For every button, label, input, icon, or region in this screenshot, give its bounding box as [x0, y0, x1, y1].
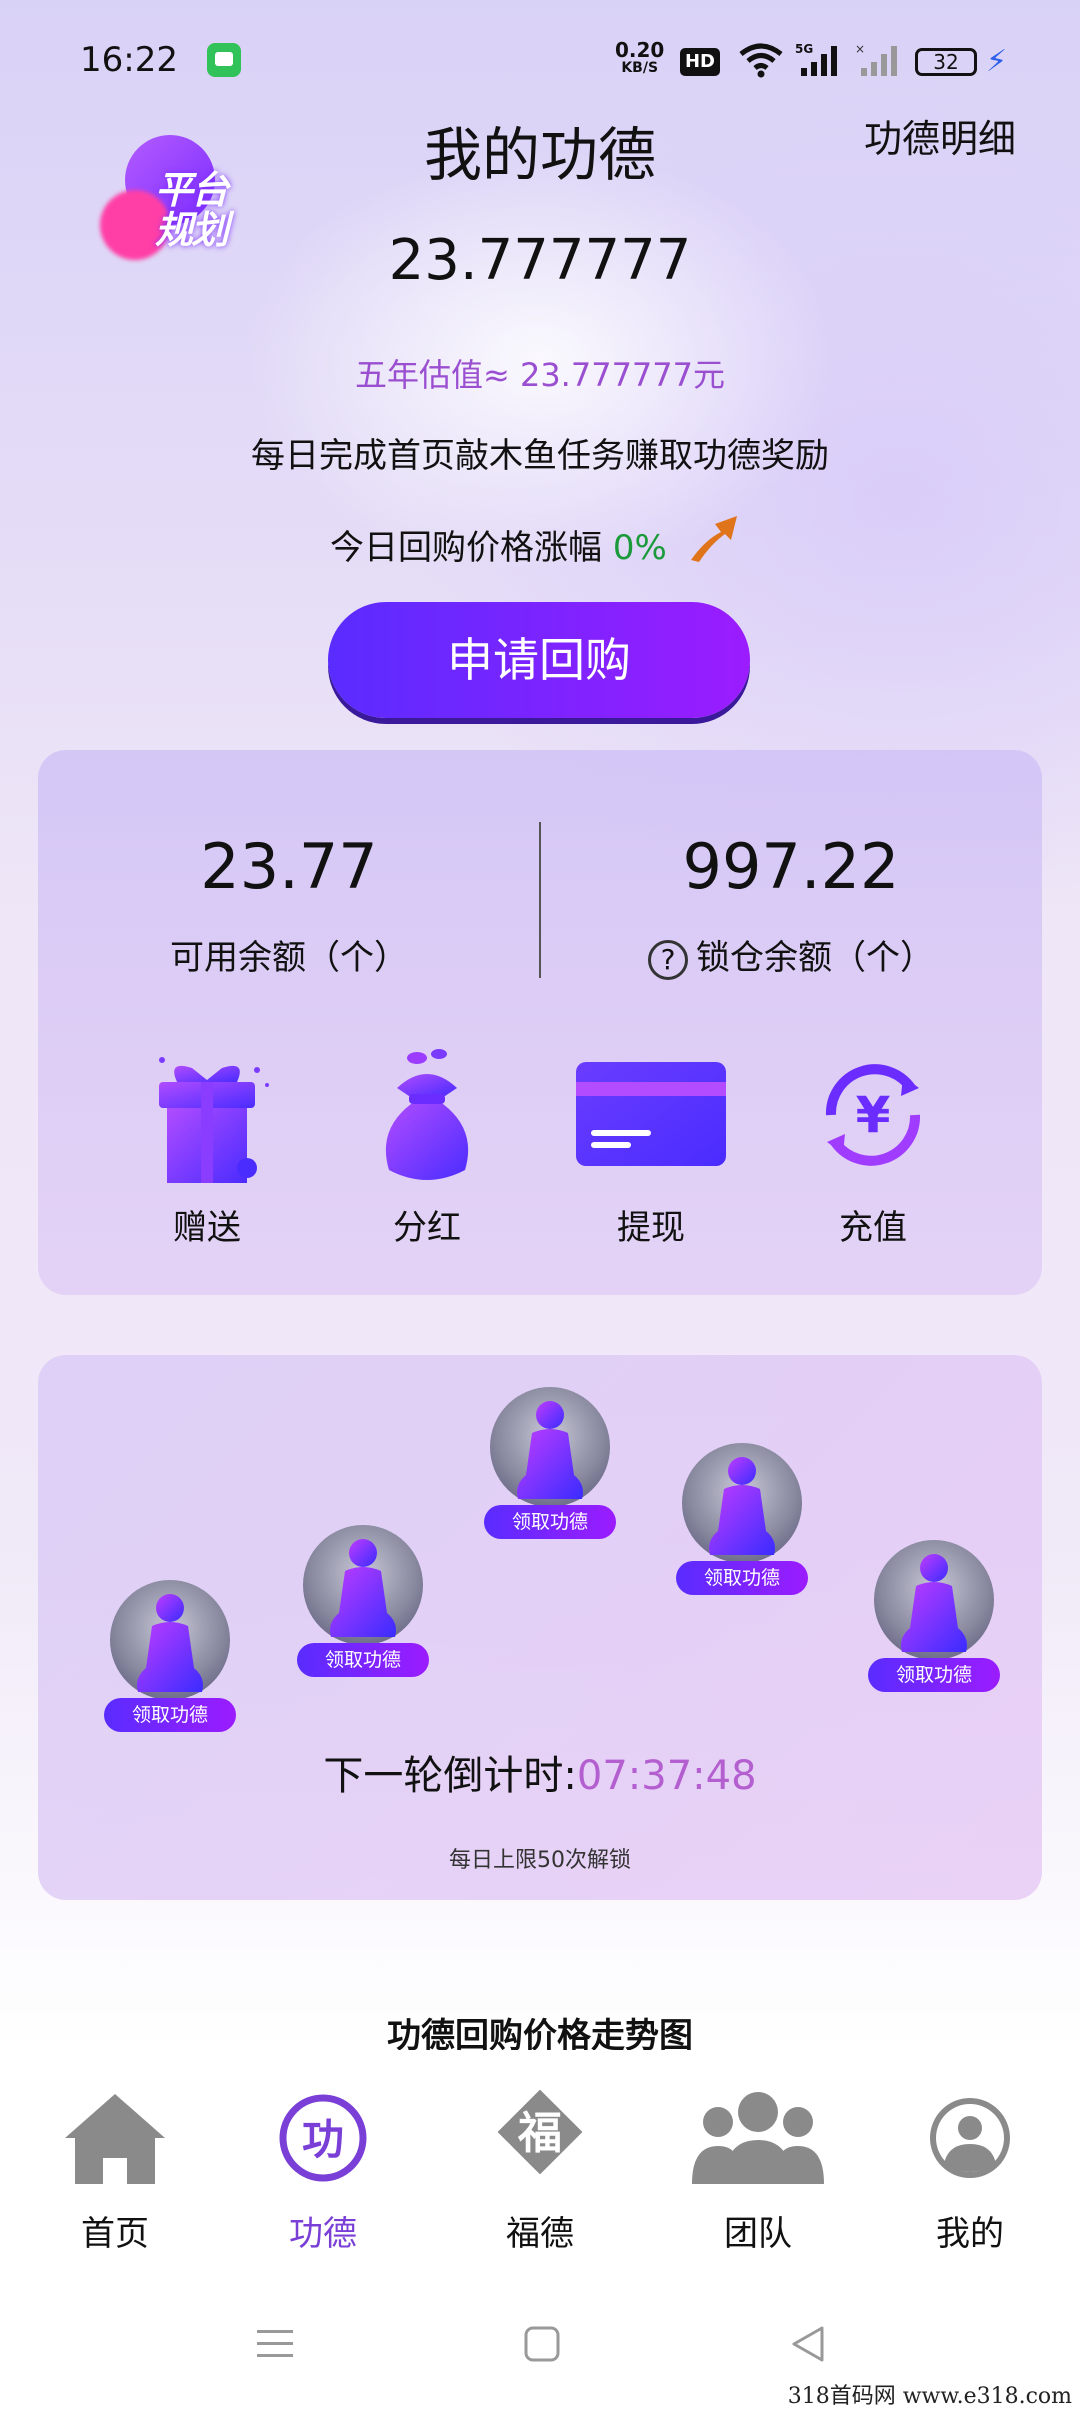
home-icon — [65, 2094, 165, 2184]
svg-text:福: 福 — [517, 2108, 562, 2159]
tab-home[interactable]: 首页 — [15, 2072, 215, 2255]
tab-fortune-label: 福德 — [506, 2214, 574, 2254]
next-round-countdown: 下一轮倒计时:07:37:48 — [38, 1743, 1042, 1801]
buddha-icon — [901, 1554, 967, 1652]
merit-icon: 功 — [279, 2094, 367, 2182]
buddha-collect-4[interactable]: 领取功德 — [672, 1443, 812, 1623]
signal-secondary-icon: × — [855, 42, 897, 76]
price-rise-row: 今日回购价格涨幅 0% — [330, 516, 737, 569]
collect-merit-tag[interactable]: 领取功德 — [484, 1505, 616, 1539]
buddha-collect-3[interactable]: 领取功德 — [480, 1387, 620, 1567]
svg-text:5G: 5G — [795, 42, 813, 56]
locked-balance-value: 997.22 — [682, 830, 900, 903]
action-gift[interactable]: 赠送 — [107, 1040, 307, 1249]
tab-fortune[interactable]: 福 福德 — [440, 2072, 640, 2255]
svg-text:功: 功 — [302, 2115, 344, 2164]
tab-merit-label: 功德 — [289, 2214, 357, 2254]
action-gift-label: 赠送 — [173, 1208, 241, 1248]
action-recharge-label: 充值 — [839, 1208, 907, 1248]
bank-card-icon — [576, 1062, 726, 1166]
buddha-collect-2[interactable]: 领取功德 — [293, 1525, 433, 1705]
merit-collect-card: 领取功德 领取功德 领取功德 领取功德 领取功德 下一轮倒计时:07:37:48… — [38, 1355, 1042, 1900]
network-speed-unit: KB/S — [621, 60, 659, 76]
buddha-icon — [517, 1401, 583, 1499]
collect-merit-tag[interactable]: 领取功德 — [676, 1561, 808, 1595]
yuan-exchange-icon: ¥ — [825, 1064, 921, 1166]
home-nav-icon[interactable] — [522, 2324, 562, 2364]
status-bar: 16:22 0.20 KB/S HD 5G × 32 ⚡ — [0, 0, 1080, 120]
action-recharge[interactable]: ¥ 充值 — [773, 1040, 973, 1249]
price-rise-label: 今日回购价格涨幅 — [330, 528, 613, 568]
profile-icon — [930, 2098, 1010, 2178]
tab-merit[interactable]: 功 功德 — [223, 2072, 423, 2255]
question-icon[interactable]: ? — [648, 939, 688, 980]
available-balance-label: 可用余额（个） — [170, 938, 408, 978]
action-dividend-label: 分红 — [393, 1208, 461, 1248]
svg-text:×: × — [855, 42, 865, 56]
task-description: 每日完成首页敲木鱼任务赚取功德奖励 — [251, 436, 829, 476]
rise-arrow-icon — [691, 516, 737, 562]
network-speed-value: 0.20 — [615, 38, 665, 62]
message-notification-icon — [207, 43, 241, 77]
tab-home-label: 首页 — [81, 2214, 149, 2254]
five-year-estimate: 五年估值≈ 23.777777元 — [354, 356, 726, 394]
back-nav-icon[interactable] — [788, 2324, 828, 2364]
bottom-tab-bar: 首页 功 功德 福 福德 团队 我的 — [0, 2050, 1080, 2280]
balance-card: 23.77 可用余额（个） 997.22 ? 锁仓余额（个） 赠送 分红 提现 … — [38, 750, 1042, 1295]
action-withdraw-label: 提现 — [617, 1208, 685, 1248]
menu-nav-icon[interactable] — [255, 2324, 295, 2364]
tab-team[interactable]: 团队 — [658, 2072, 858, 2255]
buddha-icon — [137, 1594, 203, 1692]
locked-balance-label: 锁仓余额（个） — [696, 938, 934, 978]
team-icon — [692, 2092, 824, 2184]
tab-profile[interactable]: 我的 — [870, 2072, 1070, 2255]
hd-voice-icon: HD — [680, 48, 720, 76]
collect-merit-tag[interactable]: 领取功德 — [104, 1698, 236, 1732]
buddha-collect-1[interactable]: 领取功德 — [100, 1580, 240, 1760]
svg-text:¥: ¥ — [856, 1086, 891, 1144]
tab-team-label: 团队 — [724, 2214, 792, 2254]
apply-buyback-button[interactable]: 申请回购 — [328, 602, 750, 718]
daily-limit-text: 每日上限50次解锁 — [449, 1848, 631, 1873]
gift-icon — [159, 1057, 269, 1183]
action-dividend[interactable]: 分红 — [327, 1040, 527, 1249]
countdown-time: 07:37:48 — [576, 1753, 757, 1799]
buddha-icon — [330, 1539, 396, 1637]
available-balance-value: 23.77 — [200, 830, 378, 903]
charging-icon: ⚡ — [986, 44, 1008, 79]
collect-merit-tag[interactable]: 领取功德 — [297, 1643, 429, 1677]
fortune-icon: 福 — [497, 2089, 583, 2175]
collect-merit-tag[interactable]: 领取功德 — [868, 1658, 1000, 1692]
buddha-collect-5[interactable]: 领取功德 — [864, 1540, 1004, 1720]
merit-detail-link[interactable]: 功德明细 — [864, 108, 1016, 163]
countdown-label: 下一轮倒计时: — [323, 1753, 577, 1799]
network-speed: 0.20 KB/S — [615, 40, 664, 76]
locked-balance-label-row: ? 锁仓余额（个） — [540, 930, 1042, 980]
merit-total-value: 23.777777 — [388, 228, 692, 293]
tab-profile-label: 我的 — [936, 2214, 1004, 2254]
buddha-icon — [709, 1457, 775, 1555]
action-withdraw[interactable]: 提现 — [551, 1040, 751, 1249]
battery-icon: 32 — [915, 48, 977, 76]
price-rise-value: 0% — [612, 528, 667, 568]
money-bag-icon — [385, 1049, 469, 1180]
system-nav-bar: 318首码网 www.e318.com — [0, 2280, 1080, 2412]
signal-5g-icon: 5G — [795, 42, 837, 76]
wifi-icon — [739, 43, 783, 78]
status-time: 16:22 — [80, 40, 178, 80]
watermark: 318首码网 www.e318.com — [787, 2384, 1072, 2409]
